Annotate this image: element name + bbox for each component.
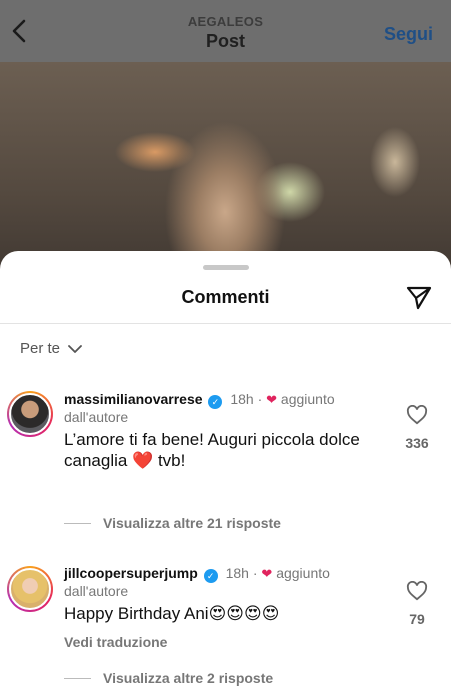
sort-dropdown[interactable]: Per te [20,340,82,357]
comment-username[interactable]: massimilianovarrese [64,391,203,407]
translate-button[interactable]: Vedi traduzione [64,634,167,650]
like-count: 336 [405,435,429,451]
like-button[interactable] [403,404,431,430]
comments-sheet: Commenti Per te massimilianovarrese ✓ 18… [0,251,451,700]
verified-badge-icon: ✓ [208,395,223,409]
liked-label: aggiunto [280,391,335,407]
like-button[interactable] [403,580,431,606]
comment-text: L’amore ti fa bene! Auguri piccola dolce… [64,430,360,470]
like-count: 79 [409,611,425,627]
liked-by-label: dall'autore [64,409,129,425]
replies-line [64,677,91,679]
sheet-title: Commenti [181,287,270,307]
top-bar: AEGALEOS Post Segui [0,0,451,62]
verified-badge-icon: ✓ [203,569,218,583]
comment-username[interactable]: jillcoopersuperjump [64,565,198,581]
author-heart-icon: ❤ [261,566,273,581]
share-button[interactable] [405,283,433,311]
divider [0,323,451,324]
comment-meta: massimilianovarrese ✓ 18h · ❤ aggiunto d… [64,391,335,425]
avatar[interactable] [7,391,53,437]
paper-plane-icon [406,286,432,310]
view-replies-button[interactable]: Visualizza altre 21 risposte [64,515,281,531]
liked-by-label: dall'autore [64,583,129,599]
chevron-down-icon [68,344,82,353]
sheet-handle[interactable] [203,265,249,270]
comment-text: Happy Birthday Ani😍😍😍😍 [64,604,280,623]
post-photo [0,62,451,282]
replies-label: Visualizza altre 21 risposte [103,515,281,531]
replies-label: Visualizza altre 2 risposte [103,670,274,686]
avatar[interactable] [7,566,53,612]
comment-time: 18h [230,391,254,407]
view-replies-button[interactable]: Visualizza altre 2 risposte [64,670,273,686]
heart-outline-icon [406,580,428,601]
author-heart-icon: ❤ [266,392,278,407]
replies-line [64,522,91,524]
follow-button[interactable]: Segui [384,24,433,45]
comment-time: 18h [225,565,249,581]
heart-outline-icon [406,404,428,425]
comment-meta: jillcoopersuperjump ✓ 18h · ❤ aggiunto d… [64,565,330,599]
sort-label: Per te [20,340,61,357]
liked-label: aggiunto [276,565,330,581]
